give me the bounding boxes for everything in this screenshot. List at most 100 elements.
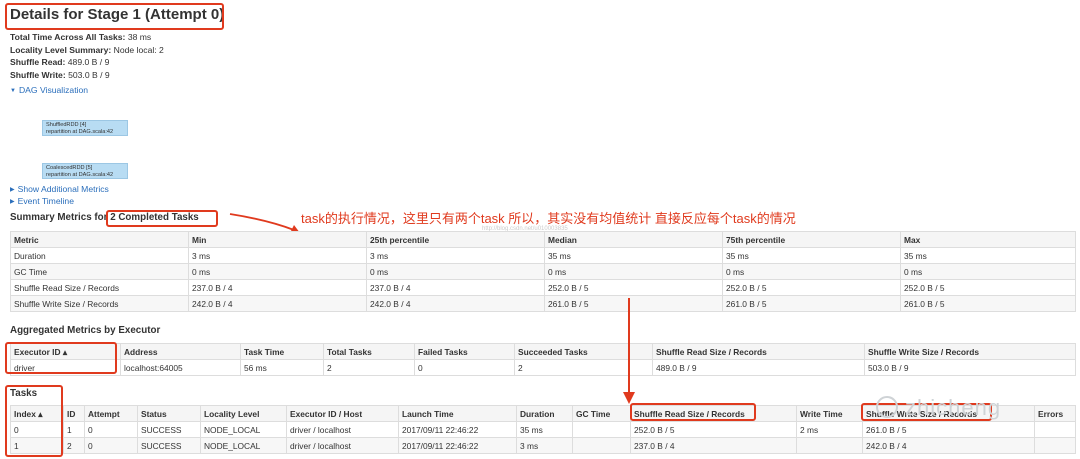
caret-right-icon: ▶ [10,199,15,205]
table-row: Shuffle Write Size / Records 242.0 B / 4 2… [10,295,1076,312]
table-cell: Duration [10,247,189,264]
table-cell: 237.0 B / 4 [366,279,545,296]
table-cell: 0 [414,359,515,376]
column-header-locality-level[interactable]: Locality Level [200,405,287,422]
table-cell: 2 [63,437,85,454]
table-row: Duration 3 ms 3 ms 35 ms 35 ms 35 ms [10,247,1076,264]
table-cell: 0 ms [722,263,901,280]
stage-summary: Total Time Across All Tasks: 38 ms Local… [10,31,164,81]
table-cell: driver / localhost [286,437,399,454]
show-additional-metrics-toggle[interactable]: ▶ Show Additional Metrics [10,184,109,194]
wechat-watermark-icon [876,396,898,418]
table-cell: 3 ms [516,437,573,454]
column-header-75th-percentile[interactable]: 75th percentile [722,231,901,248]
table-cell: 252.0 B / 5 [544,279,723,296]
column-header-duration[interactable]: Duration [516,405,573,422]
table-cell: 35 ms [516,421,573,438]
dag-visualization-toggle[interactable]: ▼ DAG Visualization [10,85,88,95]
table-header-row: Metric Min 25th percentile Median 75th perce… [10,231,1076,248]
column-header-address[interactable]: Address [120,343,241,360]
event-timeline-toggle[interactable]: ▶ Event Timeline [10,196,74,206]
table-cell: 56 ms [240,359,324,376]
table-cell: 2017/09/11 22:46:22 [398,437,517,454]
table-row: GC Time 0 ms 0 ms 0 ms 0 ms 0 ms [10,263,1076,280]
table-cell: driver [10,359,121,376]
table-cell: 237.0 B / 4 [630,437,797,454]
table-cell: 0 ms [900,263,1076,280]
column-header-launch-time[interactable]: Launch Time [398,405,517,422]
table-cell: SUCCESS [137,437,201,454]
table-cell: Shuffle Write Size / Records [10,295,189,312]
column-header-shuffle-read-size-records[interactable]: Shuffle Read Size / Records [652,343,865,360]
table-cell: Shuffle Read Size / Records [10,279,189,296]
table-cell: 237.0 B / 4 [188,279,367,296]
table-cell [1034,421,1076,438]
table-cell: 0 ms [188,263,367,280]
column-header-25th-percentile[interactable]: 25th percentile [366,231,545,248]
table-row: driver localhost:64005 56 ms 2 0 2 489.0 B / 9… [10,359,1076,376]
column-header-executor-id[interactable]: Executor ID ▴ [10,343,121,360]
table-cell [796,437,863,454]
table-cell: 3 ms [188,247,367,264]
column-header-write-time[interactable]: Write Time [796,405,863,422]
summary-metrics-heading: Summary Metrics for 2 Completed Tasks [10,212,199,223]
column-header-executor-id-host[interactable]: Executor ID / Host [286,405,399,422]
table-cell [1034,437,1076,454]
annotation-arrow-down [623,298,635,404]
column-header-min[interactable]: Min [188,231,367,248]
column-header-status[interactable]: Status [137,405,201,422]
table-cell: 0 [84,421,138,438]
table-cell: 2 [323,359,415,376]
table-cell: 2 ms [796,421,863,438]
table-cell: 242.0 B / 4 [188,295,367,312]
stat-total-time: Total Time Across All Tasks: 38 ms [10,32,152,42]
table-cell: SUCCESS [137,421,201,438]
table-cell: 261.0 B / 5 [900,295,1076,312]
table-cell: 0 [84,437,138,454]
column-header-shuffle-write-size-records[interactable]: Shuffle Write Size / Records [864,343,1076,360]
executors-heading: Aggregated Metrics by Executor [10,325,161,336]
column-header-median[interactable]: Median [544,231,723,248]
stat-shuffle-read: Shuffle Read: 489.0 B / 9 [10,57,110,68]
table-cell: 261.0 B / 5 [862,421,1035,438]
tasks-heading: Tasks [10,388,38,399]
table-cell [572,421,631,438]
table-cell: 1 [10,437,64,454]
table-cell: 35 ms [722,247,901,264]
stat-shuffle-write: Shuffle Write: 503.0 B / 9 [10,69,110,80]
table-cell: driver / localhost [286,421,399,438]
table-cell: 2017/09/11 22:46:22 [398,421,517,438]
table-cell: NODE_LOCAL [200,421,287,438]
executor-metrics-table: Executor ID ▴ Address Task Time Total Tasks… [10,343,1076,376]
column-header-metric[interactable]: Metric [10,231,189,248]
table-cell: 252.0 B / 5 [630,421,797,438]
annotation-text: task的执行情况，这里只有两个task 所以，其实没有均值统计 直接反应每个t… [301,211,796,226]
dag-node-shuffledrdd[interactable]: ShuffledRDD [4] repartition at DAG.scala… [42,120,128,136]
column-header-task-time[interactable]: Task Time [240,343,324,360]
column-header-id[interactable]: ID [63,405,85,422]
column-header-attempt[interactable]: Attempt [84,405,138,422]
table-cell: 0 [10,421,64,438]
column-header-index[interactable]: Index ▴ [10,405,64,422]
page-title: Details for Stage 1 (Attempt 0) [10,6,225,23]
stat-locality: Locality Level Summary: Node local: 2 [10,44,164,55]
table-row: 1 2 0 SUCCESS NODE_LOCAL driver / localhost 20… [10,437,1076,454]
table-row: Shuffle Read Size / Records 237.0 B / 4 23… [10,279,1076,296]
caret-down-icon: ▼ [10,88,16,94]
dag-node-coalescedrdd[interactable]: CoalescedRDD [5] repartition at DAG.scal… [42,163,128,179]
table-cell: 503.0 B / 9 [864,359,1076,376]
table-cell: localhost:64005 [120,359,241,376]
table-cell: 489.0 B / 9 [652,359,865,376]
column-header-errors[interactable]: Errors [1034,405,1076,422]
column-header-shuffle-read-size-records[interactable]: Shuffle Read Size / Records [630,405,797,422]
column-header-max[interactable]: Max [900,231,1076,248]
table-cell: 35 ms [544,247,723,264]
caret-right-icon: ▶ [10,187,15,193]
table-cell: 242.0 B / 4 [862,437,1035,454]
table-header-row: Executor ID ▴ Address Task Time Total Tasks… [10,343,1076,360]
table-cell: NODE_LOCAL [200,437,287,454]
column-header-total-tasks[interactable]: Total Tasks [323,343,415,360]
column-header-failed-tasks[interactable]: Failed Tasks [414,343,515,360]
table-cell: 252.0 B / 5 [722,279,901,296]
summary-metrics-table: Metric Min 25th percentile Median 75th perce… [10,231,1076,312]
